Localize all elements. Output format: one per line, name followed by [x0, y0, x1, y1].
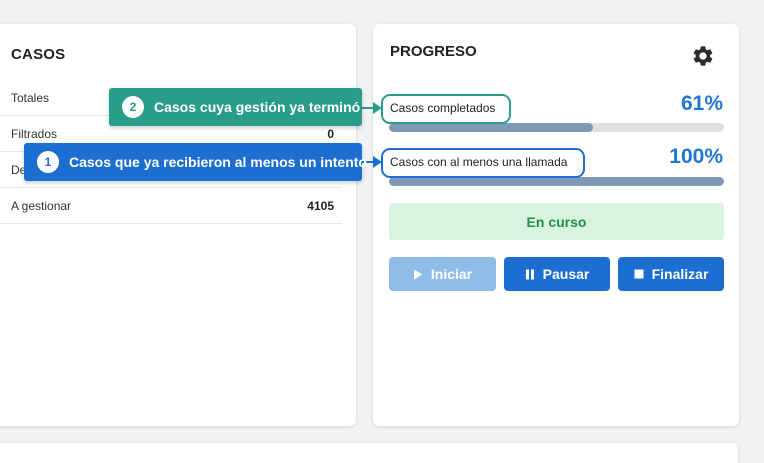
llamada-progress-fill — [389, 177, 724, 186]
stat-row-a-gestionar: A gestionar 4105 — [0, 188, 342, 224]
callout-number-badge: 1 — [37, 151, 59, 173]
completados-label: Casos completados — [390, 101, 496, 115]
casos-card: CASOS Totales Filtrados 0 De A gestionar… — [0, 24, 356, 426]
llamada-percent: 100% — [669, 145, 723, 168]
play-icon — [413, 269, 423, 280]
iniciar-button[interactable]: Iniciar — [389, 257, 496, 291]
pausar-button[interactable]: Pausar — [504, 257, 610, 291]
completados-progress-bar — [389, 123, 724, 132]
pausar-label: Pausar — [542, 266, 590, 282]
bottom-card — [0, 443, 738, 463]
completados-percent: 61% — [680, 92, 723, 115]
progreso-card: PROGRESO Casos completados 61% Casos con… — [373, 24, 739, 426]
gear-icon[interactable] — [691, 44, 715, 68]
llamada-label: Casos con al menos una llamada — [390, 155, 568, 169]
llamada-progress-bar — [389, 177, 724, 186]
casos-title: CASOS — [11, 46, 66, 63]
stat-value: 0 — [327, 126, 334, 141]
callout-number-badge: 2 — [122, 96, 144, 118]
completados-progress-fill — [389, 123, 594, 132]
progreso-title: PROGRESO — [390, 43, 477, 60]
finalizar-label: Finalizar — [651, 266, 709, 282]
stat-label: A gestionar — [11, 198, 72, 213]
callout-llamada: 1 Casos que ya recibieron al menos un in… — [24, 143, 367, 181]
callout-completados: 2 Casos cuya gestión ya terminó — [109, 88, 362, 126]
iniciar-label: Iniciar — [430, 266, 473, 282]
stat-label: Totales — [11, 90, 50, 105]
stat-value: 4105 — [307, 198, 334, 213]
stop-icon — [634, 269, 644, 279]
stat-label: Filtrados — [11, 126, 58, 141]
pause-icon — [525, 269, 535, 280]
callout-text: Casos cuya gestión ya terminó — [154, 99, 361, 115]
finalizar-button[interactable]: Finalizar — [618, 257, 724, 291]
status-badge: En curso — [389, 203, 724, 240]
callout-text: Casos que ya recibieron al menos un inte… — [69, 154, 367, 170]
